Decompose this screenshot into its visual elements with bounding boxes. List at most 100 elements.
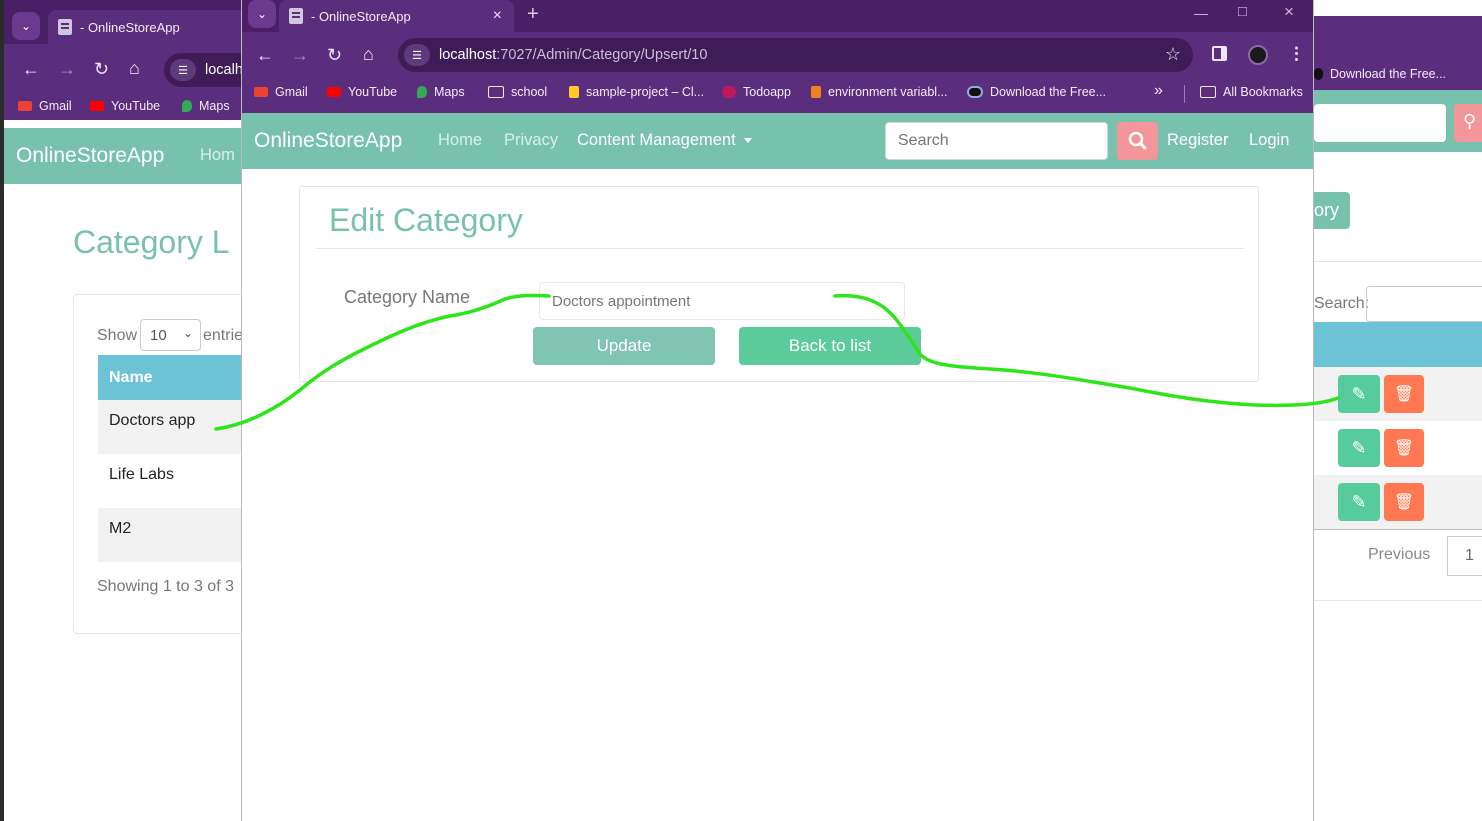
left-bookmarks-bar: Gmail YouTube Maps xyxy=(4,94,242,120)
left-url-text: localho xyxy=(205,62,242,78)
trash-icon: 🗑 xyxy=(1393,386,1415,403)
left-tab[interactable]: - OnlineStoreApp xyxy=(48,10,242,44)
download-icon xyxy=(967,86,983,98)
nav-privacy[interactable]: Privacy xyxy=(504,131,558,150)
back-button-label: Back to list xyxy=(788,336,872,355)
maximize-icon[interactable]: □ xyxy=(1238,3,1247,20)
reload-icon[interactable]: ↻ xyxy=(94,60,109,78)
star-icon[interactable]: ☆ xyxy=(1165,44,1181,65)
column-name[interactable]: Name xyxy=(109,369,153,387)
bookmark-sample-project[interactable]: sample-project – Cl... xyxy=(569,85,704,99)
bookmark-environment[interactable]: environment variabl... xyxy=(811,85,948,99)
gmail-icon xyxy=(18,101,32,111)
delete-button[interactable]: 🗑 xyxy=(1384,375,1424,413)
tab-search-button[interactable]: ⌄ xyxy=(248,0,276,28)
show-label: Show xyxy=(97,327,138,344)
main-browser-window: ⌄ - OnlineStoreApp × + — □ × ← → ↻ ⌂ ☰ l… xyxy=(241,0,1314,821)
back-icon[interactable]: ← xyxy=(22,60,40,78)
right-bookmarks-bar: Download the Free... xyxy=(1314,60,1482,90)
bookmark-gmail[interactable]: Gmail xyxy=(18,99,72,113)
close-window-icon[interactable]: × xyxy=(1284,2,1294,22)
active-tab[interactable]: - OnlineStoreApp × xyxy=(279,0,514,32)
left-tab-title: - OnlineStoreApp xyxy=(80,19,180,35)
search-icon xyxy=(1128,131,1147,150)
home-icon[interactable]: ⌂ xyxy=(363,45,374,63)
nav-content-management[interactable]: Content Management xyxy=(577,131,752,150)
home-icon[interactable]: ⌂ xyxy=(129,59,140,77)
left-brand[interactable]: OnlineStoreApp xyxy=(16,144,164,168)
back-icon[interactable]: ← xyxy=(256,46,274,64)
search-input[interactable] xyxy=(885,122,1108,160)
pencil-icon: ✎ xyxy=(1351,437,1367,458)
update-button-label: Update xyxy=(596,336,652,355)
side-panel-icon[interactable] xyxy=(1212,46,1227,61)
edit-button[interactable]: ✎ xyxy=(1338,483,1380,521)
bookmark-maps[interactable]: Maps xyxy=(182,99,230,113)
left-nav-home[interactable]: Hom xyxy=(200,146,235,165)
forward-icon[interactable]: → xyxy=(58,60,76,78)
bookmark-maps[interactable]: Maps xyxy=(417,85,465,99)
app-navbar: OnlineStoreApp Home Privacy Content Mana… xyxy=(242,113,1313,169)
bookmark-todoapp[interactable]: Todoapp xyxy=(722,85,791,99)
reload-icon[interactable]: ↻ xyxy=(327,46,342,64)
nav-login[interactable]: Login xyxy=(1249,131,1289,150)
bookmark-download[interactable]: Download the Free... xyxy=(1314,67,1446,81)
edit-button[interactable]: ✎ xyxy=(1338,429,1380,467)
left-address-bar[interactable]: ☰ localho xyxy=(164,53,242,87)
edit-button[interactable]: ✎ xyxy=(1338,375,1380,413)
update-button[interactable]: Update xyxy=(533,327,715,365)
back-to-list-button[interactable]: Back to list xyxy=(739,327,921,365)
forward-icon[interactable]: → xyxy=(291,46,309,64)
previous-page-link[interactable]: Previous xyxy=(1368,546,1430,564)
page-number: 1 xyxy=(1465,547,1474,564)
more-bookmarks-icon[interactable]: » xyxy=(1154,82,1163,100)
left-page-title: Category L xyxy=(73,224,230,260)
bookmark-youtube[interactable]: YouTube xyxy=(327,85,397,99)
more-menu-icon[interactable]: ⋮ xyxy=(1288,44,1305,64)
delete-button[interactable]: 🗑 xyxy=(1384,429,1424,467)
new-tab-button[interactable]: + xyxy=(527,3,539,26)
nav-register[interactable]: Register xyxy=(1167,131,1228,150)
bookmark-school[interactable]: school xyxy=(488,85,547,99)
page-number-button[interactable]: 1 xyxy=(1447,536,1482,576)
right-table-header xyxy=(1314,322,1482,367)
youtube-icon xyxy=(90,101,104,111)
address-bar[interactable]: ☰ localhost:7027/Admin/Category/Upsert/1… xyxy=(398,38,1193,72)
avatar[interactable] xyxy=(1248,45,1268,65)
category-name-input[interactable] xyxy=(539,282,905,320)
stackoverflow-icon xyxy=(811,86,821,98)
maps-icon xyxy=(182,100,192,112)
bookmark-youtube[interactable]: YouTube xyxy=(90,99,160,113)
url-path: :7027/Admin/Category/Upsert/10 xyxy=(496,47,708,63)
right-browser-window: Download the Free... ⚲ ory Search: ✎ 🗑 ✎… xyxy=(1314,0,1482,821)
folder-icon xyxy=(488,86,504,98)
bookmark-label: Download the Free... xyxy=(1330,67,1447,81)
search-button[interactable] xyxy=(1117,122,1158,160)
bookmark-label: All Bookmarks xyxy=(1223,85,1303,99)
minimize-icon[interactable]: — xyxy=(1194,5,1208,21)
right-toolbar xyxy=(1314,16,1482,60)
url-host: localhost xyxy=(439,47,497,63)
chevron-down-icon: ⌄ xyxy=(182,326,193,340)
bookmark-label: school xyxy=(511,85,548,99)
create-category-button[interactable]: ory xyxy=(1314,192,1350,229)
right-app-navbar: ⚲ xyxy=(1314,90,1482,152)
table-row: Doctors app xyxy=(98,400,242,454)
close-tab-icon[interactable]: × xyxy=(493,7,502,25)
right-search-button[interactable]: ⚲ xyxy=(1454,104,1482,142)
bookmark-label: environment variabl... xyxy=(828,85,948,99)
delete-button[interactable]: 🗑 xyxy=(1384,483,1424,521)
footer-divider xyxy=(1314,600,1482,601)
right-search-input[interactable] xyxy=(1314,104,1446,142)
bookmark-gmail[interactable]: Gmail xyxy=(254,85,308,99)
nav-home[interactable]: Home xyxy=(438,131,482,150)
table-search-input[interactable] xyxy=(1366,286,1482,322)
bookmark-all[interactable]: All Bookmarks xyxy=(1200,85,1303,99)
bookmark-download[interactable]: Download the Free... xyxy=(967,85,1106,99)
table-row: Life Labs xyxy=(98,454,242,508)
row-name: Doctors app xyxy=(109,412,196,429)
create-button-label: ory xyxy=(1314,200,1340,220)
tab-search-button[interactable]: ⌄ xyxy=(12,12,40,40)
brand[interactable]: OnlineStoreApp xyxy=(254,129,402,153)
page-size-select[interactable]: 10 ⌄ xyxy=(140,319,201,351)
